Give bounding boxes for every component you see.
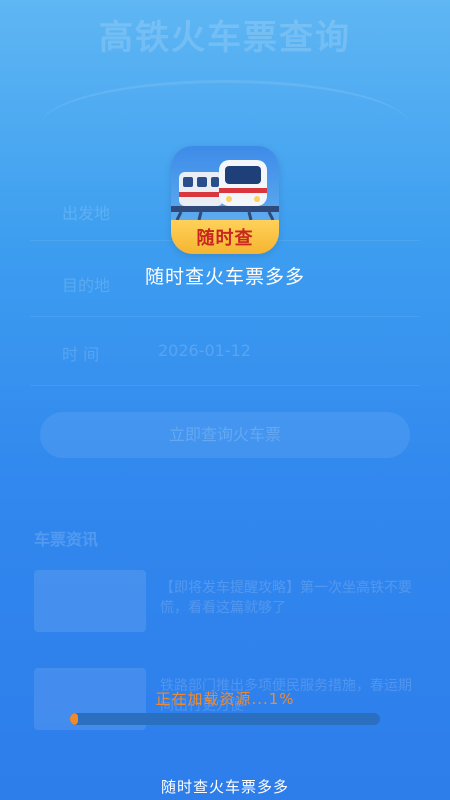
divider bbox=[30, 385, 420, 386]
date-value: 2026-01-12 bbox=[158, 341, 251, 360]
date-label: 时 间 bbox=[62, 345, 100, 364]
loading-status: 正在加载资源...1% bbox=[155, 690, 295, 708]
from-label: 出发地 bbox=[62, 204, 111, 223]
background-title: 高铁火车票查询 bbox=[99, 18, 351, 58]
news-thumbnail bbox=[34, 570, 146, 632]
divider bbox=[30, 316, 420, 317]
search-button: 立即查询火车票 bbox=[40, 412, 410, 458]
app-name: 随时查火车票多多 bbox=[144, 266, 305, 288]
progress-fill bbox=[70, 713, 78, 725]
news-item: 【即将发车提醒攻略】第一次坐高铁不要慌，看看这篇就够了 bbox=[160, 580, 412, 616]
footer-text: 随时查火车票多多 bbox=[160, 778, 289, 796]
news-header: 车票资讯 bbox=[34, 530, 99, 549]
logo-text: 随时查 bbox=[196, 228, 254, 249]
app-logo: 随时查 bbox=[171, 146, 279, 254]
progress-bar bbox=[70, 713, 380, 725]
